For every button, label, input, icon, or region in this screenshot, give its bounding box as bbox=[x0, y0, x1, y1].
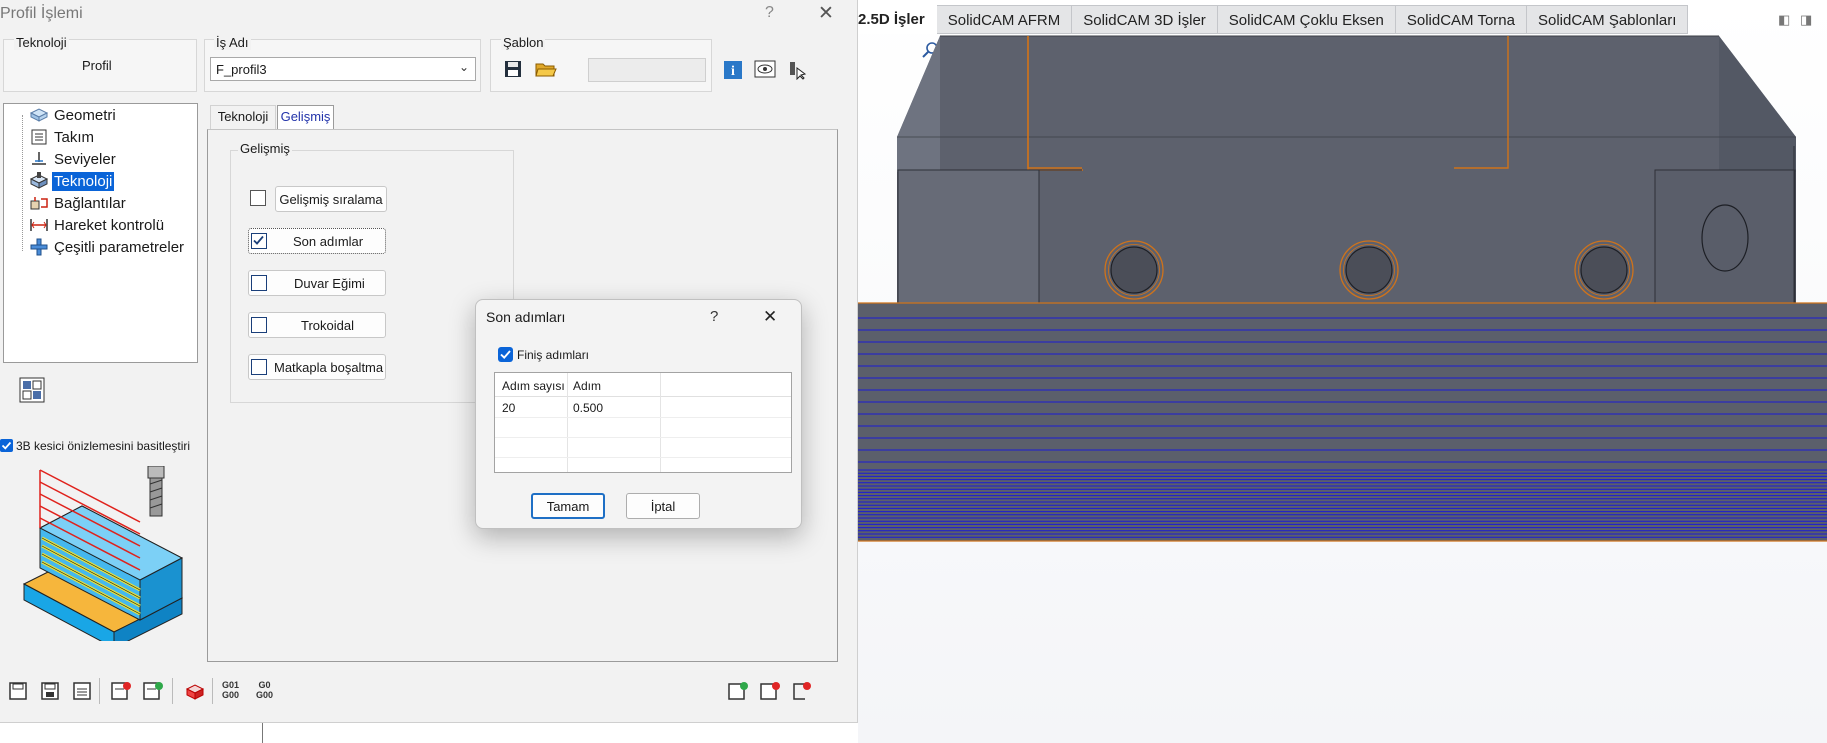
gelismis-group-label: Gelişmiş bbox=[238, 141, 292, 156]
popup-close-button[interactable]: ✕ bbox=[763, 307, 777, 327]
is-adi-value: F_profil3 bbox=[216, 62, 267, 77]
cad-viewport[interactable]: 2.5D İşler SolidCAM AFRM SolidCAM 3D İşl… bbox=[858, 0, 1827, 743]
son-adimlar-button[interactable]: Son adımlar bbox=[248, 228, 386, 254]
save-calculate-icon[interactable] bbox=[110, 680, 132, 702]
teknoloji-value: Profil bbox=[82, 58, 112, 73]
gcode-label-bottom: G00 bbox=[222, 690, 240, 700]
motion-control-icon bbox=[28, 216, 50, 234]
popup-title: Son adımları bbox=[486, 309, 566, 325]
tree-item-label: Geometri bbox=[54, 106, 116, 124]
toolbar-divider bbox=[212, 678, 213, 704]
row-divider bbox=[495, 457, 791, 458]
sablon-label: Şablon bbox=[501, 35, 546, 50]
trokoidal-label: Trokoidal bbox=[301, 318, 354, 333]
links-icon bbox=[28, 194, 50, 212]
row-divider bbox=[495, 437, 791, 438]
popup-help-button[interactable]: ? bbox=[710, 308, 718, 325]
duvar-egimi-checkbox[interactable] bbox=[251, 275, 267, 291]
gelismis-siralama-checkbox[interactable] bbox=[250, 190, 266, 206]
save-list-icon[interactable] bbox=[71, 680, 93, 702]
tab-teknoloji[interactable]: Teknoloji bbox=[210, 105, 276, 129]
tool-icon bbox=[28, 128, 50, 146]
svg-text:i: i bbox=[731, 64, 735, 79]
is-adi-label: İş Adı bbox=[214, 35, 251, 50]
tree-item-baglantilar[interactable]: Bağlantılar bbox=[4, 192, 128, 214]
gcode-label-bottom: G00 bbox=[256, 690, 274, 700]
teknoloji-label: Teknoloji bbox=[14, 35, 69, 50]
help-button[interactable]: ? bbox=[765, 4, 774, 22]
save-template-icon[interactable] bbox=[502, 58, 524, 80]
is-adi-select[interactable]: F_profil3 ⌄ bbox=[210, 57, 476, 81]
tree-item-takim[interactable]: Takım bbox=[4, 126, 96, 148]
misc-params-icon bbox=[28, 238, 50, 256]
save-as-icon[interactable] bbox=[39, 680, 61, 702]
close-button[interactable]: ✕ bbox=[818, 2, 834, 25]
column-header: Adım sayısı bbox=[502, 379, 565, 393]
tree-item-teknoloji[interactable]: Teknoloji bbox=[4, 170, 115, 192]
operation-illustration bbox=[22, 466, 184, 641]
remove-operation-icon[interactable] bbox=[759, 680, 781, 702]
operation-tree: Geometri Takım Seviyeler Teknoloji Bağla… bbox=[3, 103, 198, 363]
preview-icon[interactable] bbox=[754, 58, 776, 80]
dialog-title: Profil İşlemi bbox=[0, 5, 83, 22]
tree-item-label: Teknoloji bbox=[52, 171, 115, 191]
levels-icon bbox=[28, 150, 50, 168]
technology-icon bbox=[28, 172, 50, 190]
tool-pointer-icon[interactable] bbox=[786, 59, 808, 81]
son-adimlar-checkbox[interactable] bbox=[251, 233, 267, 249]
step-size-cell[interactable]: 0.500 bbox=[573, 401, 603, 415]
simulate-icon[interactable] bbox=[184, 681, 206, 703]
son-adimlar-label: Son adımlar bbox=[293, 234, 364, 249]
row-divider bbox=[495, 417, 791, 418]
save-icon[interactable] bbox=[7, 680, 29, 702]
template-name-field[interactable] bbox=[588, 58, 706, 82]
tree-item-label: Seviyeler bbox=[54, 150, 116, 168]
duvar-egimi-button[interactable]: Duvar Eğimi bbox=[248, 270, 386, 296]
info-icon[interactable]: i bbox=[722, 59, 744, 81]
toolbar-divider bbox=[99, 678, 100, 704]
ok-button[interactable]: Tamam bbox=[531, 493, 605, 519]
matkapla-bosaltma-label: Matkapla boşaltma bbox=[274, 360, 384, 375]
matkapla-bosaltma-checkbox[interactable] bbox=[251, 359, 267, 375]
toolbar-divider bbox=[172, 678, 173, 704]
column-header: Adım bbox=[573, 379, 602, 393]
finish-steps-label: Finiş adımları bbox=[517, 348, 590, 362]
add-operation-icon[interactable] bbox=[727, 680, 749, 702]
duvar-egimi-label: Duvar Eğimi bbox=[294, 276, 365, 291]
preview-checkbox-label: 3B kesici önizlemesini basitleştiri bbox=[16, 439, 191, 453]
tree-item-label: Çeşitli parametreler bbox=[54, 238, 185, 256]
son-adimlari-dialog: Son adımları ? ✕ Finiş adımları Adım say… bbox=[475, 299, 802, 529]
tree-item-seviyeler[interactable]: Seviyeler bbox=[4, 148, 118, 170]
trokoidal-checkbox[interactable] bbox=[251, 317, 267, 333]
open-template-icon[interactable] bbox=[535, 58, 557, 80]
layout-toggle-icon[interactable] bbox=[18, 376, 46, 404]
matkapla-bosaltma-button[interactable]: Matkapla boşaltma bbox=[248, 354, 386, 380]
trokoidal-button[interactable]: Trokoidal bbox=[248, 312, 386, 338]
tree-item-hareket-kontrolu[interactable]: Hareket kontrolü bbox=[4, 214, 166, 236]
chevron-down-icon: ⌄ bbox=[458, 60, 469, 74]
save-add-icon[interactable] bbox=[142, 680, 164, 702]
tab-gelismis[interactable]: Gelişmiş bbox=[277, 105, 334, 129]
splitter-line bbox=[262, 723, 263, 743]
gcode-label-top: G0 bbox=[258, 680, 271, 690]
gcode-label-top: G01 bbox=[222, 680, 240, 690]
geometry-icon bbox=[28, 106, 50, 124]
tree-item-label: Bağlantılar bbox=[54, 194, 126, 212]
tree-item-geometri[interactable]: Geometri bbox=[4, 104, 118, 126]
finish-steps-checkbox[interactable] bbox=[498, 347, 513, 362]
tree-item-label: Hareket kontrolü bbox=[54, 216, 165, 234]
gcode-generate-button[interactable]: G01 G00 bbox=[222, 680, 239, 700]
cancel-button[interactable]: İptal bbox=[626, 493, 700, 519]
tree-item-cesitli-parametreler[interactable]: Çeşitli parametreler bbox=[4, 236, 186, 258]
gcode-settings-button[interactable]: G0 G00 bbox=[256, 680, 273, 700]
preview-checkbox[interactable] bbox=[0, 439, 13, 452]
gelismis-siralama-button[interactable]: Gelişmiş sıralama bbox=[275, 186, 387, 212]
part-model bbox=[858, 35, 1827, 542]
tree-item-label: Takım bbox=[54, 128, 95, 146]
step-count-cell[interactable]: 20 bbox=[502, 401, 515, 415]
table-header: Adım sayısı Adım bbox=[495, 373, 791, 397]
exit-icon[interactable] bbox=[791, 680, 813, 702]
steps-table[interactable]: Adım sayısı Adım 20 0.500 bbox=[494, 372, 792, 473]
